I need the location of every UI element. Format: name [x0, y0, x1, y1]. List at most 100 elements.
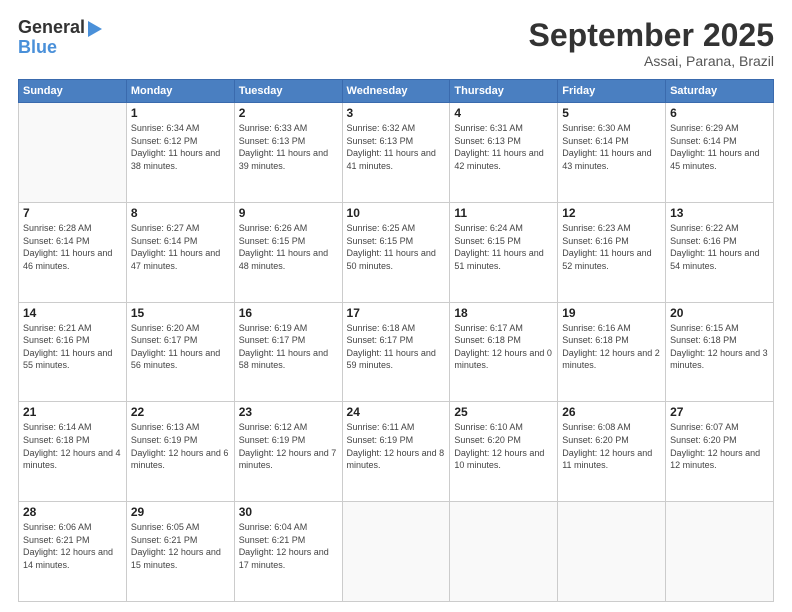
- logo-blue-text: Blue: [18, 38, 102, 58]
- day-number: 7: [23, 206, 122, 220]
- day-info: Sunrise: 6:06 AMSunset: 6:21 PMDaylight:…: [23, 521, 122, 571]
- day-number: 19: [562, 306, 661, 320]
- day-info: Sunrise: 6:04 AMSunset: 6:21 PMDaylight:…: [239, 521, 338, 571]
- day-number: 13: [670, 206, 769, 220]
- day-info: Sunrise: 6:29 AMSunset: 6:14 PMDaylight:…: [670, 122, 769, 172]
- day-number: 17: [347, 306, 446, 320]
- day-info: Sunrise: 6:25 AMSunset: 6:15 PMDaylight:…: [347, 222, 446, 272]
- header-wednesday: Wednesday: [342, 80, 450, 103]
- title-section: September 2025 Assai, Parana, Brazil: [529, 18, 774, 69]
- day-info: Sunrise: 6:22 AMSunset: 6:16 PMDaylight:…: [670, 222, 769, 272]
- table-row: 10 Sunrise: 6:25 AMSunset: 6:15 PMDaylig…: [342, 202, 450, 302]
- table-row: 14 Sunrise: 6:21 AMSunset: 6:16 PMDaylig…: [19, 302, 127, 402]
- table-row: 21 Sunrise: 6:14 AMSunset: 6:18 PMDaylig…: [19, 402, 127, 502]
- day-number: 28: [23, 505, 122, 519]
- day-number: 21: [23, 405, 122, 419]
- table-row: 6 Sunrise: 6:29 AMSunset: 6:14 PMDayligh…: [666, 103, 774, 203]
- location-subtitle: Assai, Parana, Brazil: [529, 53, 774, 69]
- table-row: 20 Sunrise: 6:15 AMSunset: 6:18 PMDaylig…: [666, 302, 774, 402]
- day-number: 1: [131, 106, 230, 120]
- day-info: Sunrise: 6:17 AMSunset: 6:18 PMDaylight:…: [454, 322, 553, 372]
- table-row: 3 Sunrise: 6:32 AMSunset: 6:13 PMDayligh…: [342, 103, 450, 203]
- day-info: Sunrise: 6:10 AMSunset: 6:20 PMDaylight:…: [454, 421, 553, 471]
- day-number: 2: [239, 106, 338, 120]
- day-info: Sunrise: 6:33 AMSunset: 6:13 PMDaylight:…: [239, 122, 338, 172]
- table-row: 25 Sunrise: 6:10 AMSunset: 6:20 PMDaylig…: [450, 402, 558, 502]
- day-number: 26: [562, 405, 661, 419]
- day-info: Sunrise: 6:15 AMSunset: 6:18 PMDaylight:…: [670, 322, 769, 372]
- day-number: 22: [131, 405, 230, 419]
- day-number: 16: [239, 306, 338, 320]
- table-row: 26 Sunrise: 6:08 AMSunset: 6:20 PMDaylig…: [558, 402, 666, 502]
- day-info: Sunrise: 6:21 AMSunset: 6:16 PMDaylight:…: [23, 322, 122, 372]
- day-number: 11: [454, 206, 553, 220]
- header: General Blue September 2025 Assai, Paran…: [18, 18, 774, 69]
- table-row: [450, 502, 558, 602]
- day-number: 9: [239, 206, 338, 220]
- day-number: 3: [347, 106, 446, 120]
- day-info: Sunrise: 6:14 AMSunset: 6:18 PMDaylight:…: [23, 421, 122, 471]
- day-number: 18: [454, 306, 553, 320]
- table-row: 9 Sunrise: 6:26 AMSunset: 6:15 PMDayligh…: [234, 202, 342, 302]
- day-info: Sunrise: 6:12 AMSunset: 6:19 PMDaylight:…: [239, 421, 338, 471]
- logo-arrow-icon: [88, 21, 102, 37]
- header-monday: Monday: [126, 80, 234, 103]
- day-number: 29: [131, 505, 230, 519]
- table-row: 27 Sunrise: 6:07 AMSunset: 6:20 PMDaylig…: [666, 402, 774, 502]
- header-friday: Friday: [558, 80, 666, 103]
- day-info: Sunrise: 6:08 AMSunset: 6:20 PMDaylight:…: [562, 421, 661, 471]
- day-number: 4: [454, 106, 553, 120]
- day-number: 14: [23, 306, 122, 320]
- day-info: Sunrise: 6:23 AMSunset: 6:16 PMDaylight:…: [562, 222, 661, 272]
- day-info: Sunrise: 6:28 AMSunset: 6:14 PMDaylight:…: [23, 222, 122, 272]
- day-info: Sunrise: 6:24 AMSunset: 6:15 PMDaylight:…: [454, 222, 553, 272]
- table-row: 17 Sunrise: 6:18 AMSunset: 6:17 PMDaylig…: [342, 302, 450, 402]
- calendar-table: Sunday Monday Tuesday Wednesday Thursday…: [18, 79, 774, 602]
- day-info: Sunrise: 6:16 AMSunset: 6:18 PMDaylight:…: [562, 322, 661, 372]
- table-row: 13 Sunrise: 6:22 AMSunset: 6:16 PMDaylig…: [666, 202, 774, 302]
- header-thursday: Thursday: [450, 80, 558, 103]
- table-row: 18 Sunrise: 6:17 AMSunset: 6:18 PMDaylig…: [450, 302, 558, 402]
- table-row: 5 Sunrise: 6:30 AMSunset: 6:14 PMDayligh…: [558, 103, 666, 203]
- day-info: Sunrise: 6:13 AMSunset: 6:19 PMDaylight:…: [131, 421, 230, 471]
- table-row: 19 Sunrise: 6:16 AMSunset: 6:18 PMDaylig…: [558, 302, 666, 402]
- table-row: 4 Sunrise: 6:31 AMSunset: 6:13 PMDayligh…: [450, 103, 558, 203]
- day-number: 30: [239, 505, 338, 519]
- table-row: 29 Sunrise: 6:05 AMSunset: 6:21 PMDaylig…: [126, 502, 234, 602]
- table-row: 24 Sunrise: 6:11 AMSunset: 6:19 PMDaylig…: [342, 402, 450, 502]
- day-info: Sunrise: 6:32 AMSunset: 6:13 PMDaylight:…: [347, 122, 446, 172]
- table-row: 16 Sunrise: 6:19 AMSunset: 6:17 PMDaylig…: [234, 302, 342, 402]
- day-number: 6: [670, 106, 769, 120]
- day-number: 24: [347, 405, 446, 419]
- day-number: 27: [670, 405, 769, 419]
- day-number: 20: [670, 306, 769, 320]
- table-row: 11 Sunrise: 6:24 AMSunset: 6:15 PMDaylig…: [450, 202, 558, 302]
- day-info: Sunrise: 6:19 AMSunset: 6:17 PMDaylight:…: [239, 322, 338, 372]
- table-row: 30 Sunrise: 6:04 AMSunset: 6:21 PMDaylig…: [234, 502, 342, 602]
- table-row: [342, 502, 450, 602]
- table-row: 23 Sunrise: 6:12 AMSunset: 6:19 PMDaylig…: [234, 402, 342, 502]
- table-row: [666, 502, 774, 602]
- day-info: Sunrise: 6:11 AMSunset: 6:19 PMDaylight:…: [347, 421, 446, 471]
- day-info: Sunrise: 6:31 AMSunset: 6:13 PMDaylight:…: [454, 122, 553, 172]
- table-row: 2 Sunrise: 6:33 AMSunset: 6:13 PMDayligh…: [234, 103, 342, 203]
- day-number: 23: [239, 405, 338, 419]
- day-number: 12: [562, 206, 661, 220]
- table-row: 1 Sunrise: 6:34 AMSunset: 6:12 PMDayligh…: [126, 103, 234, 203]
- day-number: 5: [562, 106, 661, 120]
- day-number: 10: [347, 206, 446, 220]
- day-info: Sunrise: 6:18 AMSunset: 6:17 PMDaylight:…: [347, 322, 446, 372]
- table-row: [558, 502, 666, 602]
- table-row: 8 Sunrise: 6:27 AMSunset: 6:14 PMDayligh…: [126, 202, 234, 302]
- logo: General Blue: [18, 18, 102, 58]
- day-info: Sunrise: 6:05 AMSunset: 6:21 PMDaylight:…: [131, 521, 230, 571]
- table-row: 12 Sunrise: 6:23 AMSunset: 6:16 PMDaylig…: [558, 202, 666, 302]
- logo-general-text: General: [18, 18, 85, 38]
- table-row: 28 Sunrise: 6:06 AMSunset: 6:21 PMDaylig…: [19, 502, 127, 602]
- day-info: Sunrise: 6:07 AMSunset: 6:20 PMDaylight:…: [670, 421, 769, 471]
- day-number: 15: [131, 306, 230, 320]
- header-saturday: Saturday: [666, 80, 774, 103]
- day-info: Sunrise: 6:26 AMSunset: 6:15 PMDaylight:…: [239, 222, 338, 272]
- header-tuesday: Tuesday: [234, 80, 342, 103]
- day-info: Sunrise: 6:20 AMSunset: 6:17 PMDaylight:…: [131, 322, 230, 372]
